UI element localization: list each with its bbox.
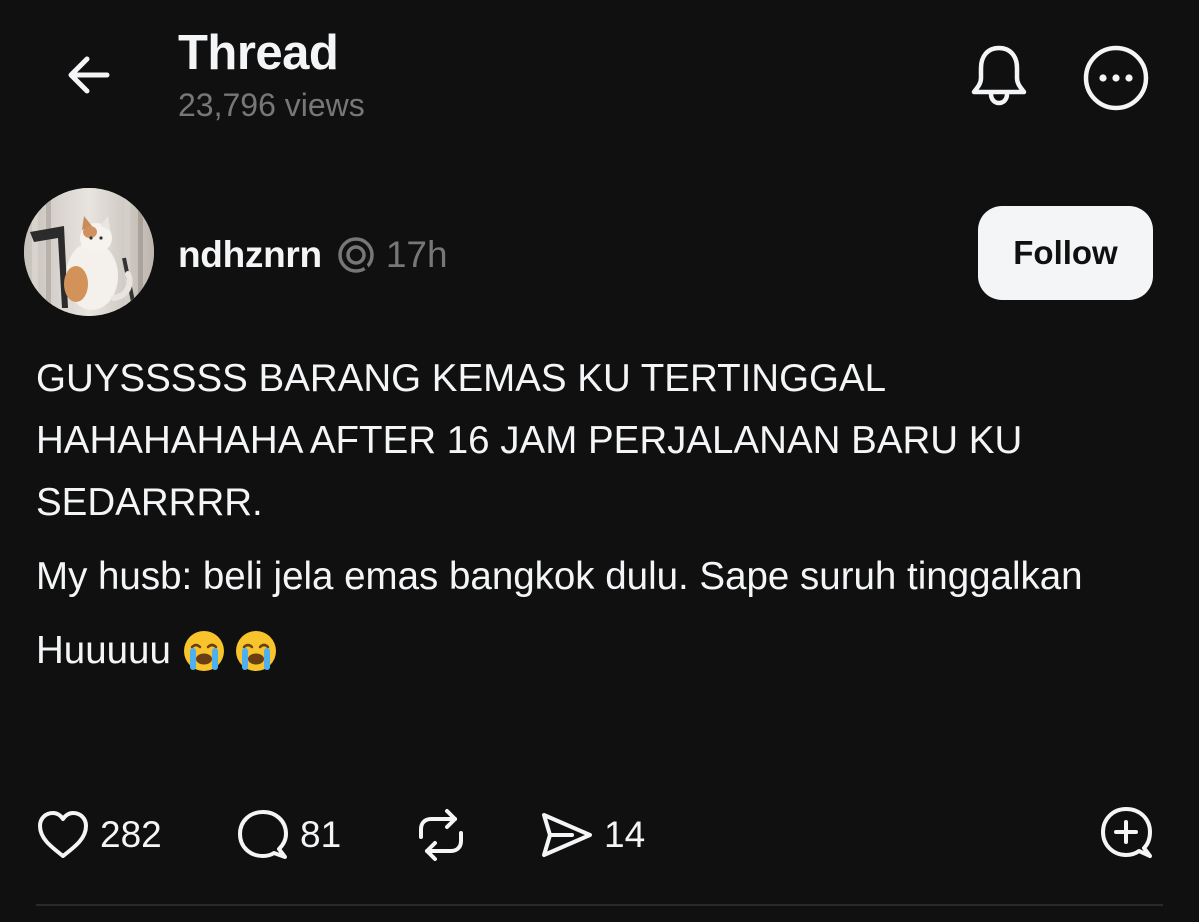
reply-count: 81 — [300, 814, 342, 855]
post-time: 17h — [385, 234, 448, 275]
author-row: ndhznrn 17h — [178, 228, 448, 282]
loudly-crying-face-emoji — [235, 631, 276, 671]
back-button[interactable] — [58, 44, 120, 106]
comment-icon — [238, 810, 288, 859]
more-options-button[interactable] — [1080, 42, 1152, 114]
username[interactable]: ndhznrn — [178, 234, 322, 276]
header: Thread 23,796 views — [0, 0, 1199, 150]
send-icon — [542, 813, 592, 857]
post-paragraph: My husb: beli jela emas bangkok dulu. Sa… — [36, 555, 1083, 598]
view-count: 23,796 views — [178, 87, 365, 123]
page-title: Thread — [178, 26, 339, 80]
reply-button[interactable]: 81 — [236, 800, 341, 870]
cat-photo-avatar — [24, 188, 154, 316]
repost-button[interactable] — [413, 800, 469, 870]
zoom-plus-icon — [1101, 807, 1152, 858]
emoji-group — [181, 628, 279, 674]
post-paragraph: GUYSSSSS BARANG KEMAS KU TERTINGGAL HAHA… — [36, 357, 1023, 524]
threads-badge-icon — [336, 235, 376, 275]
title-block: Thread 23,796 views — [178, 26, 365, 128]
more-horizontal-circle-icon — [1083, 45, 1149, 111]
post-text: Huuuuu — [36, 629, 171, 672]
divider — [36, 904, 1163, 906]
post-actions: 282 81 14 — [0, 800, 1199, 870]
bell-icon — [971, 45, 1027, 106]
repost-icon — [419, 809, 463, 861]
loudly-crying-face-emoji — [183, 631, 224, 671]
post-paragraph: Huuuuu — [36, 620, 1146, 682]
follow-button[interactable]: Follow — [978, 206, 1153, 300]
notifications-button[interactable] — [964, 40, 1034, 110]
like-button[interactable]: 282 — [36, 800, 162, 870]
avatar[interactable] — [24, 188, 154, 316]
arrow-left-icon — [68, 56, 110, 94]
thread-screen: Thread 23,796 views ndhznrn 17h Follow G… — [0, 0, 1199, 922]
heart-icon — [38, 811, 88, 858]
add-button[interactable] — [1098, 804, 1156, 862]
like-count: 282 — [100, 814, 162, 855]
post-body: GUYSSSSS BARANG KEMAS KU TERTINGGAL HAHA… — [36, 348, 1146, 694]
share-button[interactable]: 14 — [538, 800, 645, 870]
share-count: 14 — [604, 814, 646, 855]
